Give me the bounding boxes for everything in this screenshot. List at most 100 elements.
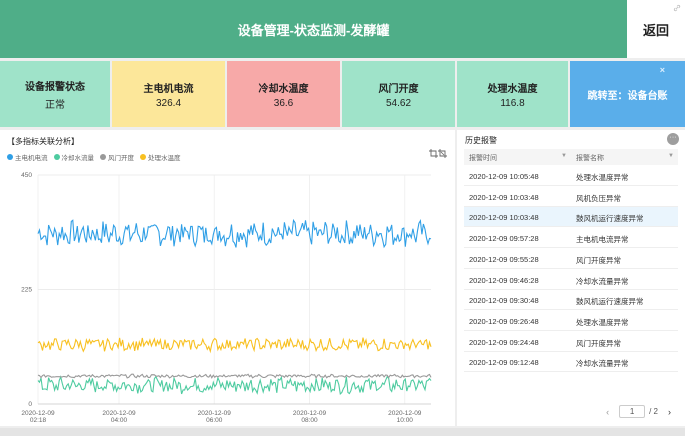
card-value: 326.4: [155, 97, 182, 109]
alarm-time: 2020-12-09 10:03:48: [469, 192, 539, 202]
alarm-time: 2020-12-09 09:26:48: [469, 316, 539, 326]
close-icon[interactable]: ×: [660, 65, 665, 75]
card-alarm-status: 设备报警状态 正常: [0, 61, 110, 127]
restore-icon[interactable]: [438, 149, 447, 158]
horizontal-scrollbar[interactable]: [0, 428, 685, 436]
alarm-history-panel: 历史报警 ··· 报警时间 ▼ 报警名称 ▼ 2020-12-09 10:05:…: [457, 130, 685, 426]
pagination: ‹ 1 / 2 ›: [606, 405, 671, 418]
back-button[interactable]: 返回: [627, 0, 685, 58]
crop-icon[interactable]: [429, 149, 438, 158]
card-motor-current: 主电机电流 326.4: [112, 61, 225, 127]
more-icon[interactable]: ···: [667, 133, 679, 145]
legend-marker: [100, 154, 106, 160]
chart-toolbar: [429, 149, 447, 158]
alarm-time: 2020-12-09 09:57:28: [469, 234, 539, 244]
series-line: [37, 218, 432, 249]
legend-marker: [53, 154, 60, 160]
x-tick-date: 2020-12-09: [293, 410, 327, 417]
alarm-name: 处理水温度异常: [576, 317, 629, 327]
jump-label: 跳转至：设备台账: [587, 90, 668, 102]
back-label: 返回: [642, 22, 669, 38]
alarm-row[interactable]: 2020-12-09 09:12:48 冷却水流量异常: [464, 352, 678, 373]
x-tick-time: 06:00: [206, 417, 223, 424]
legend-marker: [140, 154, 146, 160]
card-value: 54.62: [385, 97, 412, 109]
alarm-time: 2020-12-09 10:03:48: [469, 213, 539, 223]
col-alarm-name: 报警名称: [576, 155, 604, 162]
legend-item[interactable]: 处理水温度: [140, 152, 181, 162]
link-icon: [673, 4, 681, 12]
alarm-name: 鼓风机运行速度异常: [576, 297, 644, 307]
alarm-time: 2020-12-09 09:12:48: [469, 358, 539, 368]
y-tick-label: 225: [21, 287, 32, 294]
alarm-name: 冷却水流量异常: [576, 276, 629, 286]
x-tick-time: 04:00: [111, 417, 128, 424]
jump-to-ledger-button[interactable]: × 跳转至：设备台账: [570, 61, 685, 127]
legend-label: 主电机电流: [15, 155, 48, 162]
series-line: [37, 373, 432, 379]
alarm-row[interactable]: 2020-12-09 09:55:28 风门开度异常: [464, 249, 678, 269]
filter-icon[interactable]: ▼: [561, 153, 567, 159]
legend-item[interactable]: 风门开度: [100, 152, 134, 162]
page-title: 设备管理-状态监测-发酵罐: [237, 22, 390, 38]
card-title: 主电机电流: [143, 83, 194, 95]
alarm-row[interactable]: 2020-12-09 09:26:48 处理水温度异常: [464, 311, 678, 331]
card-cooling-water-temp: 冷却水温度 36.6: [227, 61, 340, 127]
x-tick-date: 2020-12-09: [21, 410, 55, 417]
alarm-name: 冷却水流量异常: [576, 359, 629, 369]
card-value: 正常: [45, 99, 65, 111]
line-chart: 02254502020-12-0902:182020-12-0904:00202…: [21, 172, 432, 424]
page-header: 设备管理-状态监测-发酵罐: [0, 0, 627, 58]
legend-item[interactable]: 冷却水流量: [53, 152, 95, 162]
page-input[interactable]: 1: [619, 405, 646, 418]
card-damper-opening: 风门开度 54.62: [342, 61, 455, 127]
x-tick-date: 2020-12-09: [388, 410, 422, 417]
alarm-time: 2020-12-09 09:55:28: [469, 254, 539, 264]
alarm-row[interactable]: 2020-12-09 09:24:48 风门开度异常: [464, 332, 678, 352]
alarm-time: 2020-12-09 09:46:28: [469, 275, 539, 285]
alarm-row[interactable]: 2020-12-09 09:57:28 主电机电流异常: [464, 228, 678, 249]
alarm-name: 风门开度异常: [576, 338, 621, 348]
x-tick-time: 02:18: [30, 417, 47, 424]
card-value: 116.8: [500, 97, 525, 109]
alarm-row[interactable]: 2020-12-09 10:05:48 处理水温度异常: [464, 166, 678, 186]
x-tick-time: 08:00: [301, 417, 318, 424]
series-line: [37, 375, 432, 395]
legend-label: 冷却水流量: [61, 155, 95, 162]
alarm-time: 2020-12-09 09:24:48: [469, 337, 539, 347]
alarm-table-header: 报警时间 ▼ 报警名称 ▼: [464, 149, 678, 165]
card-value: 36.6: [273, 97, 294, 109]
alarm-name: 风机负压异常: [576, 193, 621, 203]
chart-panel-title: 【多指标关联分析】: [7, 137, 79, 146]
alarm-row[interactable]: 2020-12-09 09:30:48 鼓风机运行速度异常: [464, 290, 678, 311]
alarm-name: 处理水温度异常: [576, 173, 629, 182]
chart-legend: 主电机电流 冷却水流量 风门开度 处理水温度: [7, 152, 187, 162]
next-page-button[interactable]: ›: [668, 407, 671, 417]
prev-page-button[interactable]: ‹: [606, 407, 609, 417]
x-tick-date: 2020-12-09: [102, 410, 136, 417]
card-title: 风门开度: [378, 83, 419, 95]
y-tick-label: 0: [28, 401, 32, 408]
alarm-name: 风门开度异常: [576, 255, 621, 265]
card-title: 处理水温度: [487, 83, 538, 95]
alarm-panel-title: 历史报警: [465, 136, 497, 145]
alarm-name: 鼓风机运行速度异常: [576, 214, 644, 224]
filter-icon[interactable]: ▼: [668, 153, 674, 159]
x-tick-time: 10:00: [397, 417, 414, 424]
chart-panel: 【多指标关联分析】 主电机电流 冷却水流量 风门开度 处理水温度 0 225 450 202…: [0, 130, 455, 426]
card-title: 冷却水温度: [258, 83, 309, 95]
alarm-row[interactable]: 2020-12-09 09:46:28 冷却水流量异常: [464, 270, 678, 290]
alarm-row[interactable]: 2020-12-09 10:03:48 风机负压异常: [464, 187, 678, 207]
page: 设备管理-状态监测-发酵罐 返回 设备报警状态 正常 主电机电流 326.4 冷…: [0, 0, 685, 436]
page-total: / 2: [649, 407, 658, 416]
legend-item[interactable]: 主电机电流: [7, 152, 48, 162]
y-tick-label: 450: [21, 172, 32, 179]
series-line: [37, 337, 432, 354]
alarm-name: 主电机电流异常: [576, 235, 629, 245]
alarm-row[interactable]: 2020-12-09 10:03:48 鼓风机运行速度异常: [464, 207, 678, 228]
col-alarm-time: 报警时间: [469, 155, 497, 162]
alarm-time: 2020-12-09 09:30:48: [469, 296, 539, 306]
card-process-water-temp: 处理水温度 116.8: [457, 61, 568, 127]
alarm-time: 2020-12-09 10:05:48: [469, 172, 539, 181]
legend-marker: [7, 154, 13, 160]
